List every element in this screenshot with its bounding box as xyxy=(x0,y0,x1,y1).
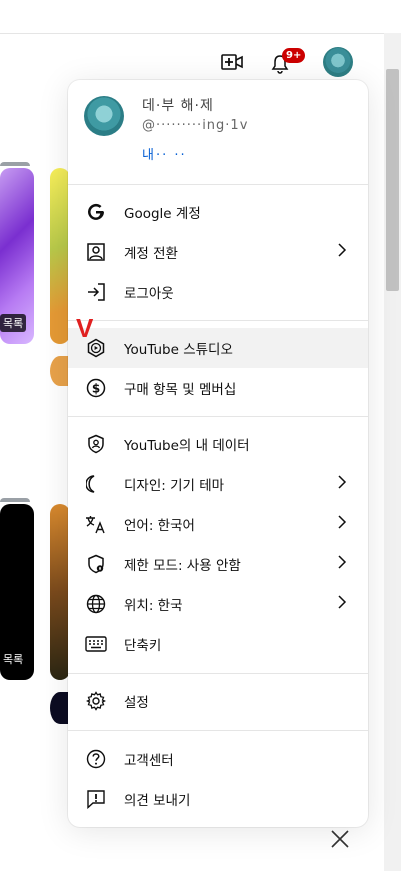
menu-item-label: 고객센터 xyxy=(124,753,174,769)
menu-item-location[interactable]: 위치: 한국 xyxy=(68,584,368,624)
playlist-tag: 목록 xyxy=(0,650,27,668)
menu-item-shortcuts[interactable]: 단축키 xyxy=(68,624,368,664)
google-icon xyxy=(84,200,108,224)
account-header: 데·부 해·제 @·········ing·1v 내·· ·· xyxy=(68,80,368,184)
video-plus-icon[interactable] xyxy=(220,50,244,74)
menu-item-help[interactable]: 고객센터 xyxy=(68,739,368,779)
menu-item-purchases[interactable]: $ 구매 항목 및 멤버십 xyxy=(68,368,368,408)
switch-account-icon xyxy=(84,240,108,264)
menu-item-google-account[interactable]: Google 계정 xyxy=(68,192,368,232)
avatar-button[interactable] xyxy=(323,47,353,77)
annotation-mark: V xyxy=(76,313,94,343)
menu-item-label: 의견 보내기 xyxy=(124,793,191,809)
menu-item-label: YouTube 스튜디오 xyxy=(124,342,233,358)
svg-text:$: $ xyxy=(92,381,100,395)
shield-lock-icon xyxy=(84,552,108,576)
menu-item-label: YouTube의 내 데이터 xyxy=(124,438,250,454)
menu-item-youtube-studio[interactable]: YouTube 스튜디오 xyxy=(68,328,368,368)
sign-out-icon xyxy=(84,280,108,304)
translate-icon xyxy=(84,512,108,536)
feedback-icon xyxy=(84,787,108,811)
playlist-stack xyxy=(0,498,30,502)
keyboard-icon xyxy=(84,632,108,656)
video-thumbnail[interactable] xyxy=(50,168,70,344)
top-bar xyxy=(0,0,401,34)
chevron-right-icon xyxy=(336,240,348,264)
menu-item-label: 로그아웃 xyxy=(124,286,174,302)
menu-item-appearance[interactable]: 디자인: 기기 테마 xyxy=(68,464,368,504)
divider xyxy=(68,730,368,731)
menu-item-your-data[interactable]: YouTube의 내 데이터 xyxy=(68,424,368,464)
playlist-stack xyxy=(0,162,30,166)
menu-item-label: 디자인: 기기 테마 xyxy=(124,478,225,494)
playlist-tag: 목록 xyxy=(0,314,27,332)
shield-person-icon xyxy=(84,432,108,456)
account-menu: 데·부 해·제 @·········ing·1v 내·· ·· Google 계… xyxy=(68,80,368,827)
menu-item-feedback[interactable]: 의견 보내기 xyxy=(68,779,368,819)
account-handle: @·········ing·1v xyxy=(142,118,249,133)
account-name: 데·부 해·제 xyxy=(142,98,214,114)
scrollbar-thumb[interactable] xyxy=(386,69,399,291)
menu-item-label: 설정 xyxy=(124,695,149,711)
menu-item-label: 계정 전환 xyxy=(124,246,178,262)
globe-icon xyxy=(84,592,108,616)
avatar xyxy=(84,96,124,136)
menu-item-switch-account[interactable]: 계정 전환 xyxy=(68,232,368,272)
divider xyxy=(68,416,368,417)
channel-avatar[interactable] xyxy=(50,356,70,386)
gear-icon xyxy=(84,689,108,713)
notification-badge: 9+ xyxy=(282,48,306,63)
chevron-right-icon xyxy=(336,552,348,576)
page-scrollbar[interactable] xyxy=(384,33,401,871)
menu-item-label: Google 계정 xyxy=(124,206,201,222)
menu-item-language[interactable]: 언어: 한국어 xyxy=(68,504,368,544)
dollar-icon: $ xyxy=(84,376,108,400)
view-channel-link[interactable]: 내·· ·· xyxy=(142,144,187,163)
divider xyxy=(68,673,368,674)
menu-item-label: 위치: 한국 xyxy=(124,598,183,614)
menu-item-sign-out[interactable]: 로그아웃 xyxy=(68,272,368,312)
menu-item-settings[interactable]: 설정 xyxy=(68,681,368,721)
help-icon xyxy=(84,747,108,771)
chevron-right-icon xyxy=(336,512,348,536)
divider xyxy=(68,184,368,185)
menu-item-label: 제한 모드: 사용 안함 xyxy=(124,558,241,574)
video-thumbnail[interactable] xyxy=(50,504,70,680)
channel-avatar[interactable] xyxy=(50,692,70,724)
divider xyxy=(68,320,368,321)
moon-icon xyxy=(84,472,108,496)
menu-item-restricted-mode[interactable]: 제한 모드: 사용 안함 xyxy=(68,544,368,584)
close-icon[interactable] xyxy=(329,828,351,854)
chevron-right-icon xyxy=(336,592,348,616)
menu-item-label: 언어: 한국어 xyxy=(124,518,195,534)
chevron-right-icon xyxy=(336,472,348,496)
menu-item-label: 구매 항목 및 멤버십 xyxy=(124,382,237,398)
menu-item-label: 단축키 xyxy=(124,638,162,654)
